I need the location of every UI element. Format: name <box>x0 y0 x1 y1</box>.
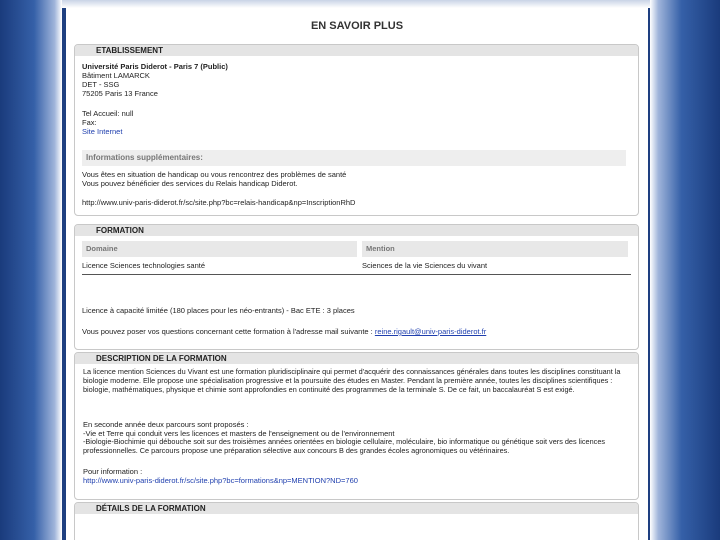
etablissement-section: ETABLISSEMENT Université Paris Diderot -… <box>74 44 639 216</box>
etablissement-building: Bâtiment LAMARCK <box>82 71 150 80</box>
column-mention: Mention <box>362 241 628 257</box>
handicap-url[interactable]: http://www.univ-paris-diderot.fr/sc/site… <box>82 198 355 207</box>
table-bottom-rule <box>82 274 631 275</box>
page-title: EN SAVOIR PLUS <box>310 20 404 32</box>
description-section: DESCRIPTION DE LA FORMATION La licence m… <box>74 352 639 500</box>
contact-email-link[interactable]: reine.rigault@univ-paris-diderot.fr <box>375 327 486 336</box>
contact-text: Vous pouvez poser vos questions concerna… <box>82 327 373 336</box>
handicap-text-2: Vous pouvez bénéficier des services du R… <box>82 179 298 188</box>
etablissement-tel: Tel Accueil: null <box>82 109 134 118</box>
parcours-intro: En seconde année deux parcours sont prop… <box>83 420 249 429</box>
etablissement-dept: DET - SSG <box>82 80 120 89</box>
details-heading: DÉTAILS DE LA FORMATION <box>75 503 638 514</box>
etablissement-fax: Fax: <box>82 118 97 127</box>
etablissement-address: 75205 Paris 13 France <box>82 89 158 98</box>
formation-info-link[interactable]: http://www.univ-paris-diderot.fr/sc/site… <box>83 476 358 485</box>
details-section: DÉTAILS DE LA FORMATION <box>74 502 639 540</box>
mention-value: Sciences de la vie Sciences du vivant <box>362 261 488 270</box>
etablissement-name: Université Paris Diderot - Paris 7 (Publ… <box>82 62 228 71</box>
slide-right-border <box>650 0 720 540</box>
formation-heading: FORMATION <box>75 225 638 236</box>
website-link[interactable]: Site Internet <box>82 127 122 136</box>
description-heading: DESCRIPTION DE LA FORMATION <box>75 353 638 364</box>
description-paragraph: La licence mention Sciences du Vivant es… <box>83 367 621 394</box>
page-content: EN SAVOIR PLUS ETABLISSEMENT Université … <box>66 8 648 540</box>
parcours-biologie: -Biologie-Biochimie qui débouche soit su… <box>83 437 606 455</box>
capacity-text: Licence à capacité limitée (180 places p… <box>82 306 355 315</box>
formation-section: FORMATION Domaine Mention Licence Scienc… <box>74 224 639 350</box>
contact-line: Vous pouvez poser vos questions concerna… <box>82 327 486 336</box>
handicap-text-1: Vous êtes en situation de handicap ou vo… <box>82 170 347 179</box>
slide-top-border <box>0 0 720 8</box>
column-domaine: Domaine <box>82 241 357 257</box>
slide-left-border <box>0 0 62 540</box>
pour-information-label: Pour information : <box>83 467 143 476</box>
domaine-value: Licence Sciences technologies santé <box>82 261 205 270</box>
etablissement-heading: ETABLISSEMENT <box>75 45 638 56</box>
info-supplementaires-heading: Informations supplémentaires: <box>82 150 626 166</box>
